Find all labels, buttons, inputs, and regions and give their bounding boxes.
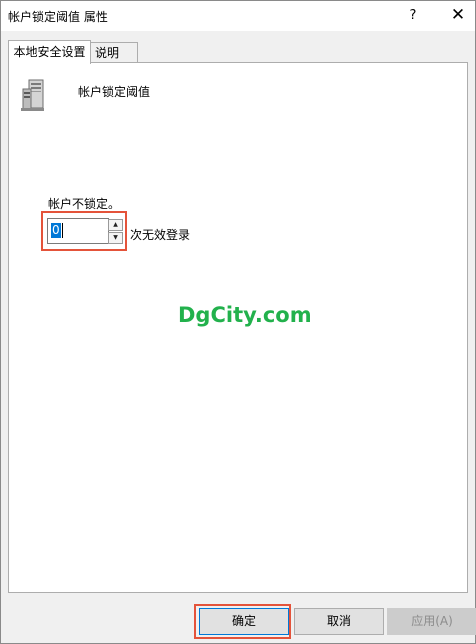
window-title: 帐户锁定阈值 属性 xyxy=(8,10,108,24)
tab-explain[interactable]: 说明 xyxy=(91,42,138,63)
ok-button[interactable]: 确定 xyxy=(199,608,289,635)
spin-up-button[interactable]: ▲ xyxy=(108,219,123,231)
threshold-unit-label: 次无效登录 xyxy=(130,228,191,242)
help-button[interactable]: ? xyxy=(401,1,425,31)
spin-down-button[interactable]: ▼ xyxy=(108,232,123,244)
tab-local-security-setting[interactable]: 本地安全设置 xyxy=(8,40,91,64)
server-computer-icon xyxy=(20,79,46,116)
cancel-button[interactable]: 取消 xyxy=(294,608,384,635)
tab-panel: 帐户锁定阈值 帐户不锁定。 0 ▲ ▼ 次无效登录 DgCity.com xyxy=(8,62,468,593)
title-bar: 帐户锁定阈值 属性 ? ✕ xyxy=(1,1,475,31)
properties-dialog: 帐户锁定阈值 属性 ? ✕ 本地安全设置 说明 帐户锁定阈值 帐户不锁定。 0 xyxy=(0,0,476,644)
watermark-text: DgCity.com xyxy=(178,303,312,327)
close-button[interactable]: ✕ xyxy=(441,1,475,31)
policy-title: 帐户锁定阈值 xyxy=(78,85,151,99)
lockout-status-text: 帐户不锁定。 xyxy=(48,197,121,211)
threshold-value: 0 xyxy=(51,223,63,238)
threshold-input[interactable]: 0 xyxy=(47,218,109,244)
apply-button[interactable]: 应用(A) xyxy=(387,608,476,635)
tab-strip: 本地安全设置 说明 xyxy=(1,31,475,64)
